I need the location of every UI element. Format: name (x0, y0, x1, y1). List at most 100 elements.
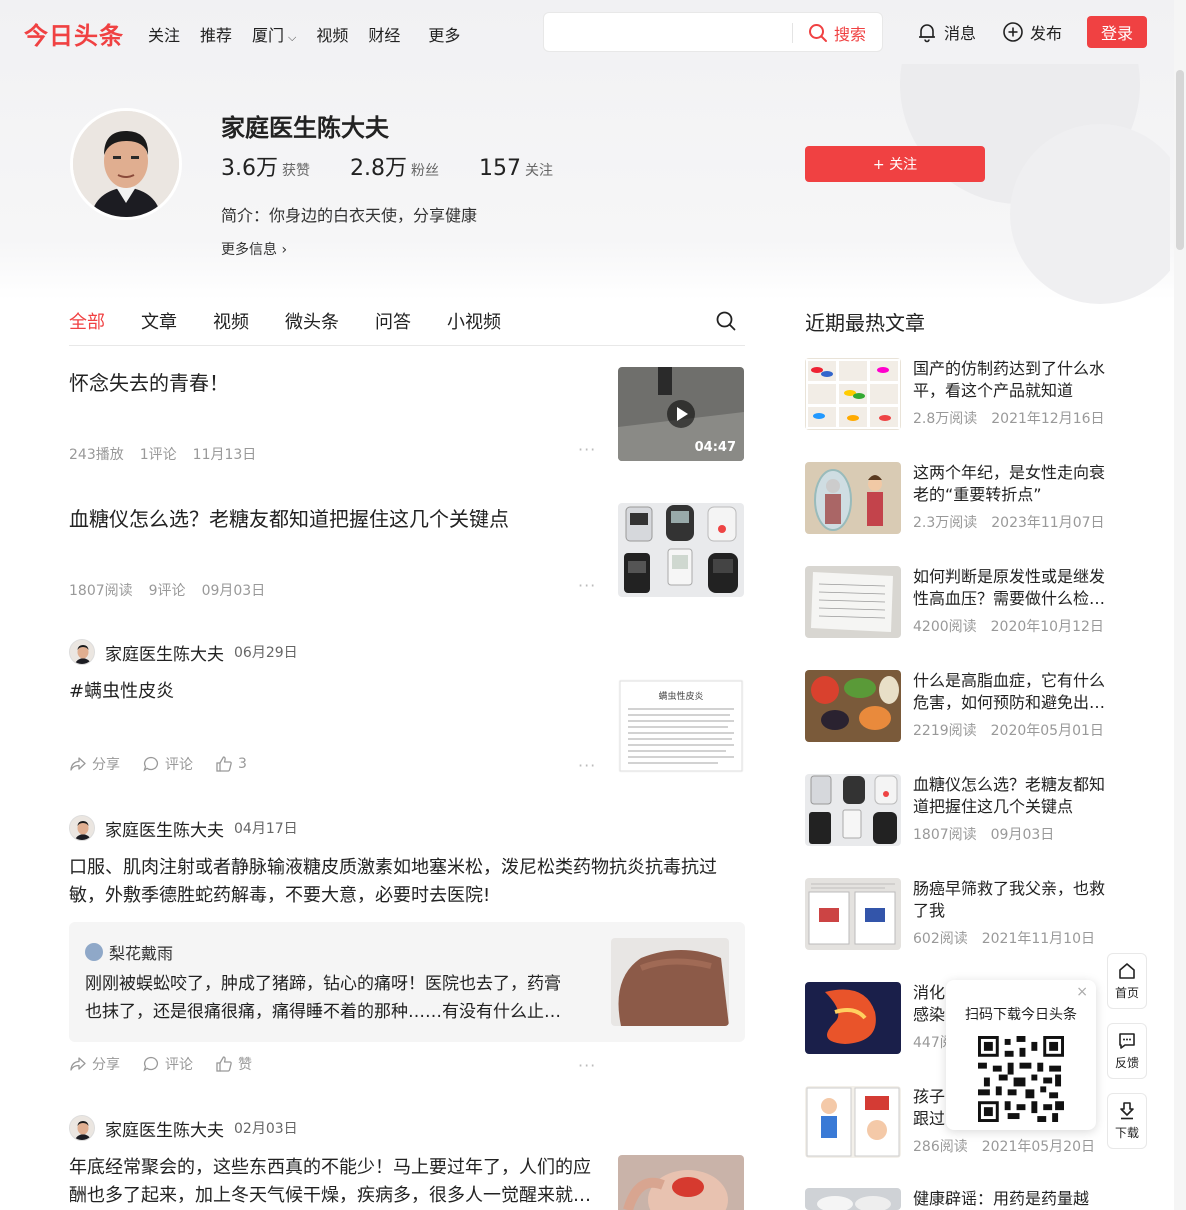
video-thumbnail[interactable]: 04:47 (618, 367, 744, 461)
download-label: 下载 (1114, 1126, 1139, 1140)
swollen-hand-image (611, 938, 729, 1026)
like-button[interactable]: 3 (215, 755, 247, 773)
feed-item-meta: 243播放 1评论 11月13日 (69, 444, 272, 464)
comment-icon (143, 1056, 159, 1072)
nav-more[interactable]: 更多 (428, 22, 460, 46)
nav-recommend[interactable]: 推荐 (200, 22, 232, 46)
comment-count[interactable]: 1评论 (140, 444, 177, 464)
post-text[interactable]: #螨虫性皮炎 (69, 678, 174, 706)
feedback-button[interactable]: 反馈 (1107, 1023, 1147, 1079)
stat-following[interactable]: 157 关注 (479, 156, 553, 181)
article-date: 2021年12月16日 (991, 411, 1105, 427)
quoted-user[interactable]: 梨花戴雨 (85, 940, 173, 964)
close-icon[interactable]: × (1076, 984, 1088, 1000)
hot-article-thumbnail (805, 878, 901, 950)
hot-article-item[interactable]: 这两个年纪，是女性走向衰老的“重要转折点” 2.3万阅读 2023年11月07日 (805, 462, 1105, 538)
nav-finance[interactable]: 财经 (368, 22, 400, 46)
main-nav: 关注 推荐 厦门 ⌵ 视频 财经 更多 (148, 22, 480, 46)
hot-article-item[interactable]: 肠癌早筛救了我父亲，也救了我 602阅读 2021年11月10日 (805, 878, 1105, 954)
page-scrollbar[interactable] (1174, 0, 1186, 1210)
share-button[interactable]: 分享 (69, 1054, 120, 1074)
tab-short-videos[interactable]: 小视频 (447, 308, 501, 334)
nav-follow[interactable]: 关注 (148, 22, 180, 46)
author-avatar[interactable] (69, 1115, 95, 1141)
author-name[interactable]: 家庭医生陈大夫 (105, 1116, 224, 1141)
quoted-post[interactable]: 梨花戴雨 刚刚被蜈蚣咬了，肿成了猪蹄，钻心的痛呀！医院也去了，药膏 也抹了，还是… (69, 922, 745, 1042)
more-options-icon[interactable]: ··· (578, 576, 596, 595)
like-button[interactable]: 赞 (215, 1054, 252, 1074)
hot-article-meta: 1807阅读 09月03日 (913, 824, 1068, 844)
tab-search-icon[interactable] (715, 310, 737, 332)
post-image[interactable]: 螨虫性皮炎 (618, 679, 744, 773)
follow-button[interactable]: + 关注 (805, 146, 985, 182)
read-count: 1807阅读 (69, 583, 133, 599)
read-count: 2.3万阅读 (913, 515, 978, 531)
medical-chart-image (805, 566, 901, 638)
more-options-icon[interactable]: ··· (578, 440, 596, 459)
article-thumbnail[interactable] (618, 503, 744, 597)
nav-city[interactable]: 厦门 ⌵ (252, 22, 296, 46)
author-name[interactable]: 家庭医生陈大夫 (105, 816, 224, 841)
post-image[interactable] (618, 1155, 744, 1210)
tab-articles[interactable]: 文章 (141, 308, 177, 334)
comment-button[interactable]: 评论 (142, 754, 193, 774)
hot-article-item[interactable]: 国产的仿制药达到了什么水平，看这个产品就知道 2.8万阅读 2021年12月16日 (805, 358, 1105, 434)
hot-article-thumbnail (805, 1086, 901, 1158)
video-duration: 04:47 (694, 440, 736, 455)
quoted-image[interactable] (611, 938, 729, 1026)
hot-articles-title: 近期最热文章 (805, 311, 925, 335)
messages-button[interactable]: 消息 (916, 20, 976, 44)
feed-item-title[interactable]: 怀念失去的青春！ (69, 367, 229, 396)
post-text-line: 酬也多了起来，加上冬天气候干燥，疾病多，很多人一觉醒来就… (69, 1185, 591, 1206)
hot-article-item[interactable]: 如何判断是原发性或是继发性高血压？需要做什么检… 4200阅读 2020年10月1… (805, 566, 1105, 642)
author-avatar[interactable] (69, 639, 95, 665)
login-button[interactable]: 登录 (1087, 16, 1147, 48)
post-date: 02月03日 (234, 1121, 298, 1137)
publish-button[interactable]: 发布 (1002, 20, 1062, 44)
avatar-portrait-icon (70, 816, 94, 840)
read-count: 2219阅读 (913, 723, 977, 739)
search-button[interactable]: 搜索 (808, 21, 866, 45)
scrollbar-thumb[interactable] (1176, 70, 1184, 250)
post-text[interactable]: 年底经常聚会的，这些东西真的不能少！马上要过年了，人们的应 酬也多了起来，加上冬… (69, 1154, 591, 1210)
share-icon (70, 757, 86, 771)
hot-article-title: 健康辟谣：用药是药量越 (913, 1189, 1090, 1208)
profile-avatar[interactable] (70, 108, 182, 220)
comment-count[interactable]: 9评论 (149, 580, 186, 600)
more-info-link[interactable]: 更多信息 › (221, 239, 287, 259)
feed-item-meta: 1807阅读 9评论 09月03日 (69, 580, 281, 600)
hot-article-item[interactable]: 血糖仪怎么选？老糖友都知道把握住这几个关键点 1807阅读 09月03日 (805, 774, 1105, 850)
author-avatar[interactable] (69, 815, 95, 841)
feed-item-title[interactable]: 血糖仪怎么选？老糖友都知道把握住这几个关键点 (69, 503, 509, 532)
search-input[interactable] (554, 21, 784, 45)
post-text-line: 口服、肌肉注射或者静脉输液糖皮质激素如地塞米松，泼尼松类药物抗炎抗毒抗过 (69, 857, 717, 878)
hot-article-item[interactable]: 健康辟谣：用药是药量越 (805, 1188, 1105, 1210)
share-icon (70, 1057, 86, 1071)
tab-all[interactable]: 全部 (69, 308, 105, 334)
glucose-meters-image (805, 774, 901, 846)
home-button[interactable]: 首页 (1107, 953, 1147, 1009)
download-button[interactable]: 下载 (1107, 1093, 1147, 1149)
comment-button[interactable]: 评论 (142, 1054, 193, 1074)
comment-label: 评论 (165, 1057, 193, 1073)
hot-article-item[interactable]: 什么是高脂血症，它有什么危害，如何预防和避免出… 2219阅读 2020年05月0… (805, 670, 1105, 746)
hot-article-title: 血糖仪怎么选？老糖友都知道把握住这几个关键点 (913, 775, 1106, 816)
read-count: 4200阅读 (913, 619, 977, 635)
tab-qa[interactable]: 问答 (375, 308, 411, 334)
profile-name: 家庭医生陈大夫 (221, 114, 389, 142)
hot-article-title: 国产的仿制药达到了什么水平，看这个产品就知道 (913, 359, 1106, 400)
nav-video[interactable]: 视频 (316, 22, 348, 46)
stat-fans[interactable]: 2.8万 粉丝 (350, 150, 439, 182)
plus-circle-icon (1003, 22, 1023, 42)
following-label: 关注 (525, 163, 553, 179)
tab-micro-posts[interactable]: 微头条 (285, 308, 339, 334)
share-button[interactable]: 分享 (69, 754, 120, 774)
author-name[interactable]: 家庭医生陈大夫 (105, 640, 224, 665)
post-text[interactable]: 口服、肌肉注射或者静脉输液糖皮质激素如地塞米松，泼尼松类药物抗炎抗毒抗过 敏，外… (69, 854, 717, 910)
more-options-icon[interactable]: ··· (578, 756, 596, 775)
read-count: 2.8万阅读 (913, 411, 978, 427)
tab-videos[interactable]: 视频 (213, 308, 249, 334)
logo[interactable]: 今日头条 (24, 16, 124, 51)
profile-stats: 3.6万 获赞 2.8万 粉丝 157 关注 (221, 150, 593, 182)
more-options-icon[interactable]: ··· (578, 1056, 596, 1075)
